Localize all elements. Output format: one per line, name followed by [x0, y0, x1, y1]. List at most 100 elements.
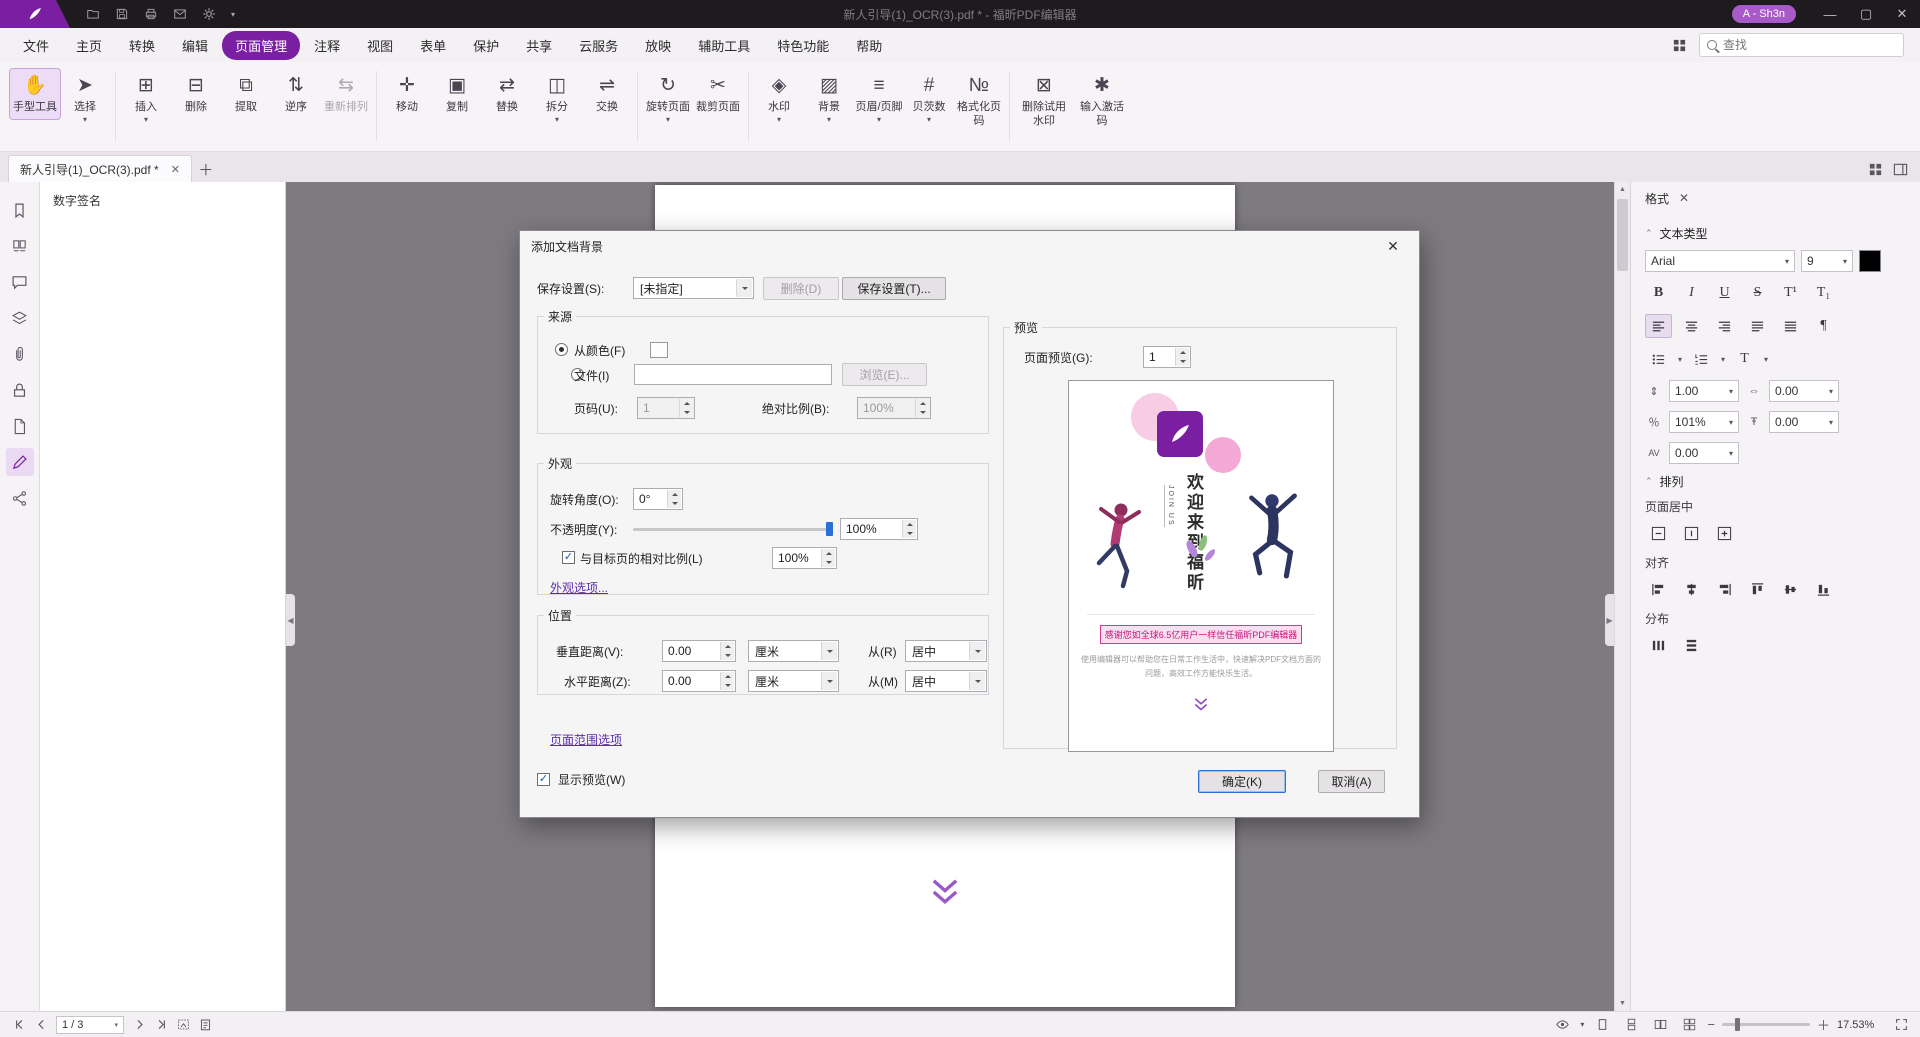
background-color-swatch[interactable]	[650, 342, 668, 358]
underline-button[interactable]: U	[1711, 281, 1738, 305]
zoom-slider[interactable]	[1722, 1023, 1810, 1026]
vertical-scrollbar[interactable]: ▲ ▼	[1614, 182, 1630, 1011]
font-size-select[interactable]: 9▾	[1801, 250, 1853, 272]
file-path-input[interactable]	[634, 364, 832, 385]
search-input[interactable]	[1723, 38, 1896, 52]
ribbon-tool-duplicate[interactable]: ▣复制	[432, 69, 482, 119]
dialog-close-icon[interactable]: ✕	[1378, 231, 1408, 261]
spinner-arrows[interactable]	[1175, 348, 1189, 366]
collapse-left-panel-handle[interactable]: ◀	[286, 594, 295, 646]
page-number-box[interactable]: 1 / 3▾	[56, 1016, 124, 1034]
last-page-button[interactable]	[150, 1015, 172, 1035]
scroll-up-arrow[interactable]: ▲	[1615, 182, 1630, 197]
align-top-edges-button[interactable]	[1744, 577, 1771, 601]
tab-cloud[interactable]: 云服务	[566, 31, 631, 60]
ribbon-tool-enter-activation-code[interactable]: ✱输入激活码	[1073, 69, 1131, 133]
gear-icon[interactable]	[202, 7, 216, 21]
tab-featured[interactable]: 特色功能	[764, 31, 842, 60]
opacity-spinner[interactable]: 100%	[840, 518, 918, 540]
spinner-arrows[interactable]	[821, 549, 835, 567]
reading-mode-eye-icon[interactable]	[1551, 1015, 1573, 1035]
vertical-unit-select[interactable]: 厘米	[748, 640, 839, 662]
close-format-panel-icon[interactable]: ✕	[1679, 191, 1689, 205]
align-justify-button[interactable]	[1744, 314, 1771, 338]
ribbon-tool-delete[interactable]: ⊟删除	[171, 69, 221, 119]
ribbon-tool-rotate-pages[interactable]: ↻旋转页面▾	[643, 69, 693, 128]
ribbon-tool-reverse[interactable]: ⇅逆序	[271, 69, 321, 119]
font-color-swatch[interactable]	[1859, 250, 1881, 272]
facing-view-icon[interactable]	[1649, 1015, 1671, 1035]
strikethrough-button[interactable]: S	[1744, 281, 1771, 305]
subscript-button[interactable]: T₁	[1810, 281, 1837, 305]
chevron-down-icon[interactable]: ▾	[1678, 356, 1682, 364]
maximize-button[interactable]: ▢	[1848, 0, 1884, 28]
snapshot-icon[interactable]	[172, 1015, 194, 1035]
text-type-section-header[interactable]: ⌃文本类型	[1645, 225, 1906, 242]
mail-icon[interactable]	[173, 7, 187, 21]
text-direction-button[interactable]: ¶	[1810, 314, 1837, 338]
comments-icon[interactable]	[6, 268, 34, 296]
spinner-arrows[interactable]	[667, 490, 681, 508]
line-spacing-select[interactable]: 1.00▾	[1669, 380, 1739, 402]
ribbon-tool-swap[interactable]: ⇌交换	[582, 69, 632, 119]
ribbon-tool-insert[interactable]: ⊞插入▾	[121, 69, 171, 128]
next-page-button[interactable]	[128, 1015, 150, 1035]
align-force-justify-button[interactable]	[1777, 314, 1804, 338]
fullscreen-icon[interactable]	[1890, 1015, 1912, 1035]
scrollbar-thumb[interactable]	[1617, 199, 1628, 271]
relative-scale-checkbox[interactable]: ✓	[562, 551, 575, 564]
customize-toolbar-caret-icon[interactable]: ▾	[231, 10, 235, 19]
dialog-titlebar[interactable]: 添加文档背景 ✕	[520, 231, 1419, 261]
cancel-button[interactable]: 取消(A)	[1318, 770, 1385, 793]
ribbon-tool-crop-pages[interactable]: ✂裁剪页面	[693, 69, 743, 119]
new-tab-button[interactable]: ＋	[192, 156, 220, 182]
tab-help[interactable]: 帮助	[843, 31, 895, 60]
tab-file[interactable]: 文件	[10, 31, 62, 60]
tab-share[interactable]: 共享	[513, 31, 565, 60]
ribbon-tool-watermark[interactable]: ◈水印▾	[754, 69, 804, 128]
continuous-facing-view-icon[interactable]	[1678, 1015, 1700, 1035]
font-family-select[interactable]: Arial▾	[1645, 250, 1795, 272]
clipboard-icon[interactable]	[194, 1015, 216, 1035]
destinations-icon[interactable]	[6, 412, 34, 440]
center-vertical-button[interactable]	[1678, 521, 1705, 545]
document-tab[interactable]: 新人引导(1)_OCR(3).pdf * ✕	[8, 155, 192, 182]
vertical-from-select[interactable]: 居中	[905, 640, 987, 662]
open-file-icon[interactable]	[86, 7, 100, 21]
page-range-options-link[interactable]: 页面范围选项	[550, 731, 622, 748]
distribute-horizontal-button[interactable]	[1645, 633, 1672, 657]
ribbon-tool-select[interactable]: ➤选择▾	[60, 69, 110, 128]
numbered-list-button[interactable]	[1688, 347, 1715, 371]
saved-settings-select[interactable]: [未指定]	[633, 277, 754, 299]
ribbon-tool-hand[interactable]: ✋手型工具	[10, 69, 60, 119]
align-vertical-center-button[interactable]	[1777, 577, 1804, 601]
ribbon-tool-extract[interactable]: ⧉提取	[221, 69, 271, 119]
horizontal-scale-select[interactable]: 101%▾	[1669, 411, 1739, 433]
side-panel-icon[interactable]	[1893, 162, 1908, 177]
close-document-icon[interactable]: ✕	[171, 163, 180, 176]
rotation-spinner[interactable]: 0°	[633, 488, 683, 510]
zoom-out-button[interactable]: −	[1707, 1017, 1715, 1032]
print-icon[interactable]	[144, 7, 158, 21]
from-color-radio[interactable]	[555, 343, 568, 356]
char-spacing-select[interactable]: 0.00▾	[1769, 380, 1839, 402]
bookmarks-icon[interactable]	[6, 196, 34, 224]
tab-convert[interactable]: 转换	[116, 31, 168, 60]
save-icon[interactable]	[115, 7, 129, 21]
align-right-button[interactable]	[1711, 314, 1738, 338]
previous-page-button[interactable]	[30, 1015, 52, 1035]
show-preview-checkbox[interactable]: ✓	[537, 773, 550, 786]
tab-form[interactable]: 表单	[407, 31, 459, 60]
collapse-right-panel-handle[interactable]: ▶	[1605, 594, 1614, 646]
bullet-list-button[interactable]	[1645, 347, 1672, 371]
digital-signatures-icon[interactable]	[6, 448, 34, 476]
bold-button[interactable]: B	[1645, 281, 1672, 305]
attachments-icon[interactable]	[6, 340, 34, 368]
ribbon-tool-header-footer[interactable]: ≡页眉/页脚▾	[854, 69, 904, 128]
minimize-button[interactable]: —	[1812, 0, 1848, 28]
tab-home[interactable]: 主页	[63, 31, 115, 60]
chevron-down-icon[interactable]: ▾	[1580, 1021, 1584, 1029]
align-right-edges-button[interactable]	[1711, 577, 1738, 601]
opacity-slider-track[interactable]	[633, 528, 833, 531]
tab-page-organization[interactable]: 页面管理	[222, 31, 300, 60]
